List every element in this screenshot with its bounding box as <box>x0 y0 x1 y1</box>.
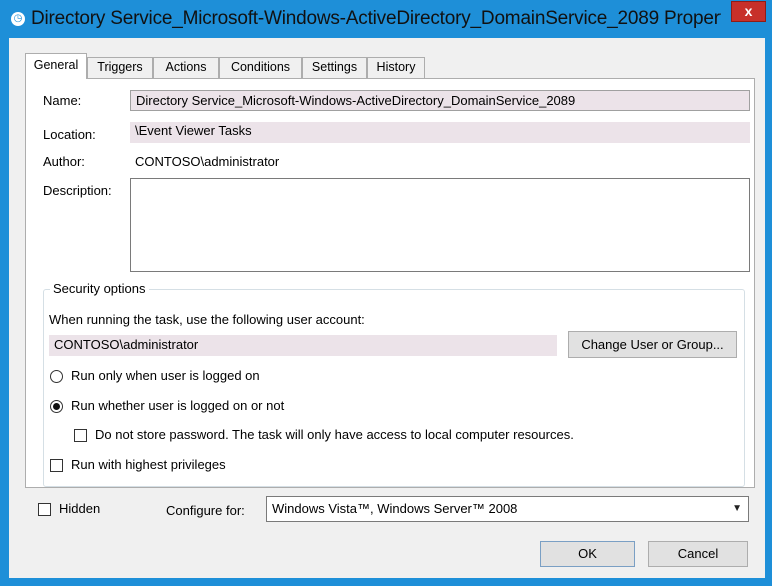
name-field[interactable]: Directory Service_Microsoft-Windows-Acti… <box>130 90 750 111</box>
description-label: Description: <box>43 183 112 198</box>
tab-settings[interactable]: Settings <box>302 57 367 78</box>
location-label: Location: <box>43 127 96 142</box>
configure-for-select[interactable]: Windows Vista™, Windows Server™ 2008 ▼ <box>266 496 749 522</box>
run-logged-on-radio[interactable] <box>50 370 63 383</box>
clock-icon: ◷ <box>11 12 25 26</box>
author-label: Author: <box>43 154 85 169</box>
radio-selected-dot <box>53 403 60 410</box>
tab-history[interactable]: History <box>367 57 425 78</box>
cancel-button[interactable]: Cancel <box>648 541 748 567</box>
run-logged-on-label[interactable]: Run only when user is logged on <box>71 368 260 383</box>
tab-actions[interactable]: Actions <box>153 57 219 78</box>
configure-for-label: Configure for: <box>166 503 245 518</box>
dialog-client-area: General Triggers Actions Conditions Sett… <box>9 38 765 578</box>
close-button[interactable]: x <box>731 1 766 22</box>
tab-conditions[interactable]: Conditions <box>219 57 302 78</box>
tab-general[interactable]: General <box>25 53 87 79</box>
name-label: Name: <box>43 93 82 108</box>
title-bar[interactable]: ◷ Directory Service_Microsoft-Windows-Ac… <box>0 0 772 38</box>
description-textarea[interactable] <box>130 178 750 272</box>
hidden-checkbox[interactable] <box>38 503 51 516</box>
account-prompt: When running the task, use the following… <box>49 312 365 327</box>
highest-privileges-checkbox[interactable] <box>50 459 63 472</box>
configure-for-value: Windows Vista™, Windows Server™ 2008 <box>272 501 518 516</box>
highest-privileges-label[interactable]: Run with highest privileges <box>71 457 226 472</box>
ok-button[interactable]: OK <box>540 541 635 567</box>
chevron-down-icon: ▼ <box>732 503 742 514</box>
author-value: CONTOSO\administrator <box>135 154 280 169</box>
security-options-title: Security options <box>50 281 149 296</box>
run-whether-radio[interactable] <box>50 400 63 413</box>
run-whether-label[interactable]: Run whether user is logged on or not <box>71 398 284 413</box>
user-account-field: CONTOSO\administrator <box>49 335 557 356</box>
window-title: Directory Service_Microsoft-Windows-Acti… <box>31 8 721 29</box>
location-field: \Event Viewer Tasks <box>130 122 750 143</box>
tab-triggers[interactable]: Triggers <box>87 57 153 78</box>
do-not-store-password-checkbox[interactable] <box>74 429 87 442</box>
do-not-store-password-label[interactable]: Do not store password. The task will onl… <box>95 427 574 442</box>
properties-dialog: ◷ Directory Service_Microsoft-Windows-Ac… <box>0 0 772 586</box>
hidden-label[interactable]: Hidden <box>59 501 100 516</box>
general-tab-panel: Name: Directory Service_Microsoft-Window… <box>25 78 755 488</box>
change-user-button[interactable]: Change User or Group... <box>568 331 737 358</box>
